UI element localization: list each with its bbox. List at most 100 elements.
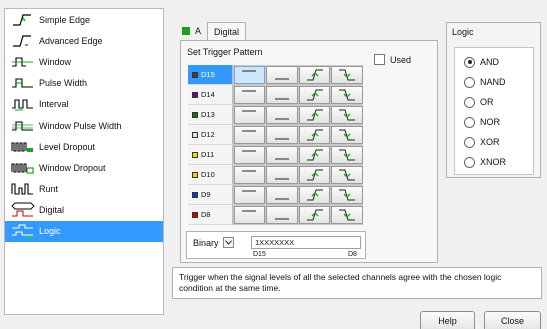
- trigger-item-label: Pulse Width: [39, 78, 88, 89]
- trigger-item-window[interactable]: Window: [5, 51, 163, 72]
- low-level-button[interactable]: [266, 126, 298, 144]
- channel-color-swatch: [192, 111, 198, 118]
- radio-icon: [464, 96, 475, 108]
- channel-label[interactable]: D12: [188, 125, 233, 145]
- trigger-item-runt[interactable]: Runt: [5, 179, 163, 200]
- pattern-row: D11: [188, 145, 363, 165]
- used-label: Used: [390, 54, 412, 65]
- channel-label[interactable]: D11: [188, 145, 233, 165]
- trigger-description: Trigger when the signal levels of all th…: [172, 267, 542, 299]
- trigger-item-logic[interactable]: Logic: [5, 220, 163, 243]
- channel-color-swatch: [192, 151, 198, 158]
- falling-edge-button[interactable]: [331, 166, 363, 184]
- dont-care-button[interactable]: [233, 166, 266, 184]
- tab-a-label: A: [195, 26, 202, 36]
- falling-edge-button[interactable]: [331, 106, 363, 124]
- logic-radio-or[interactable]: OR: [455, 92, 533, 112]
- trigger-item-level-dropout[interactable]: Level Dropout: [5, 136, 163, 157]
- channel-label[interactable]: D14: [188, 85, 233, 105]
- pattern-row: D10: [188, 165, 363, 185]
- trigger-item-advanced-edge[interactable]: Advanced Edge: [5, 30, 163, 51]
- logic-radio-nor[interactable]: NOR: [455, 112, 533, 132]
- checkbox-icon: [374, 54, 385, 65]
- trigger-item-pulse-width[interactable]: Pulse Width: [5, 73, 163, 94]
- trigger-item-window-pulse-width[interactable]: Window Pulse Width: [5, 115, 163, 136]
- tab-digital[interactable]: Digital: [207, 22, 247, 40]
- dont-care-icon: [242, 170, 257, 172]
- low-level-button[interactable]: [266, 106, 298, 124]
- trigger-item-label: Window: [39, 56, 72, 67]
- channel-color-swatch: [192, 91, 198, 98]
- dont-care-button[interactable]: [233, 106, 266, 124]
- dont-care-button[interactable]: [233, 146, 266, 164]
- rising-edge-button[interactable]: [298, 106, 331, 124]
- radio-icon: [464, 136, 475, 148]
- falling-edge-button[interactable]: [331, 146, 363, 164]
- rising-edge-button[interactable]: [298, 86, 331, 104]
- pattern-grid: D15 D14 D13 D12 D11 D10 D9 D8: [188, 65, 363, 225]
- dont-care-button[interactable]: [233, 66, 266, 84]
- rising-edge-icon: [306, 169, 323, 181]
- falling-edge-button[interactable]: [331, 186, 363, 204]
- low-level-button[interactable]: [266, 166, 298, 184]
- falling-edge-button[interactable]: [331, 66, 363, 84]
- logic-radio-and[interactable]: AND: [455, 52, 533, 72]
- trigger-item-window-dropout[interactable]: Window Dropout: [5, 157, 163, 178]
- low-level-button[interactable]: [266, 86, 298, 104]
- logic-options: AND NAND OR NOR XOR XNOR: [454, 47, 534, 175]
- rising-edge-button[interactable]: [298, 166, 331, 184]
- window-icon: [12, 57, 33, 67]
- low-level-icon: [274, 178, 289, 180]
- falling-edge-button[interactable]: [331, 86, 363, 104]
- set-pattern-title: Set Trigger Pattern: [187, 47, 263, 57]
- low-level-button[interactable]: [266, 186, 298, 204]
- rising-edge-button[interactable]: [298, 126, 331, 144]
- channel-label[interactable]: D9: [188, 185, 233, 205]
- channel-label[interactable]: D10: [188, 165, 233, 185]
- channel-color-swatch: [192, 171, 198, 178]
- falling-edge-button[interactable]: [331, 126, 363, 144]
- logic-radio-xor[interactable]: XOR: [455, 132, 533, 152]
- logic-radio-nand[interactable]: NAND: [455, 72, 533, 92]
- close-button[interactable]: Close: [484, 311, 541, 329]
- logic-radio-xnor[interactable]: XNOR: [455, 152, 533, 172]
- low-level-button[interactable]: [266, 66, 298, 84]
- channel-name: D13: [201, 110, 215, 119]
- rising-edge-icon: [306, 89, 323, 101]
- digital-icon: [11, 202, 35, 217]
- channel-name: D10: [201, 170, 215, 179]
- trigger-item-interval[interactable]: Interval: [5, 94, 163, 115]
- dont-care-icon: [242, 150, 257, 152]
- trigger-type-list[interactable]: Simple Edge Advanced Edge Window Pulse Widt…: [4, 8, 164, 315]
- dont-care-icon: [242, 70, 257, 72]
- dont-care-button[interactable]: [233, 86, 266, 104]
- trigger-item-label: Logic: [39, 226, 61, 237]
- help-button[interactable]: Help: [420, 311, 475, 329]
- rising-edge-button[interactable]: [298, 66, 331, 84]
- channel-label[interactable]: D13: [188, 105, 233, 125]
- trigger-item-simple-edge[interactable]: Simple Edge: [5, 9, 163, 30]
- used-checkbox[interactable]: Used: [374, 54, 411, 65]
- tab-a[interactable]: A: [180, 22, 207, 40]
- format-select-value: Binary: [193, 237, 219, 248]
- dont-care-button[interactable]: [233, 206, 266, 224]
- rising-edge-button[interactable]: [298, 186, 331, 204]
- channel-label[interactable]: D8: [188, 205, 233, 225]
- pattern-value-field[interactable]: 1XXXXXXX: [251, 236, 361, 249]
- trigger-item-digital[interactable]: Digital: [5, 200, 163, 221]
- falling-edge-icon: [339, 169, 356, 181]
- dont-care-button[interactable]: [233, 126, 266, 144]
- rising-edge-button[interactable]: [298, 146, 331, 164]
- tab-digital-label: Digital: [214, 26, 240, 37]
- channel-color-swatch: [192, 191, 198, 198]
- low-level-button[interactable]: [266, 206, 298, 224]
- format-select[interactable]: Binary: [193, 237, 234, 248]
- rising-edge-icon: [306, 189, 323, 201]
- low-level-button[interactable]: [266, 146, 298, 164]
- dont-care-button[interactable]: [233, 186, 266, 204]
- rising-edge-button[interactable]: [298, 206, 331, 224]
- falling-edge-button[interactable]: [331, 206, 363, 224]
- channel-label[interactable]: D15: [188, 65, 233, 85]
- channel-tab-bar: A Digital: [180, 22, 247, 40]
- rising-edge-icon: [306, 109, 323, 121]
